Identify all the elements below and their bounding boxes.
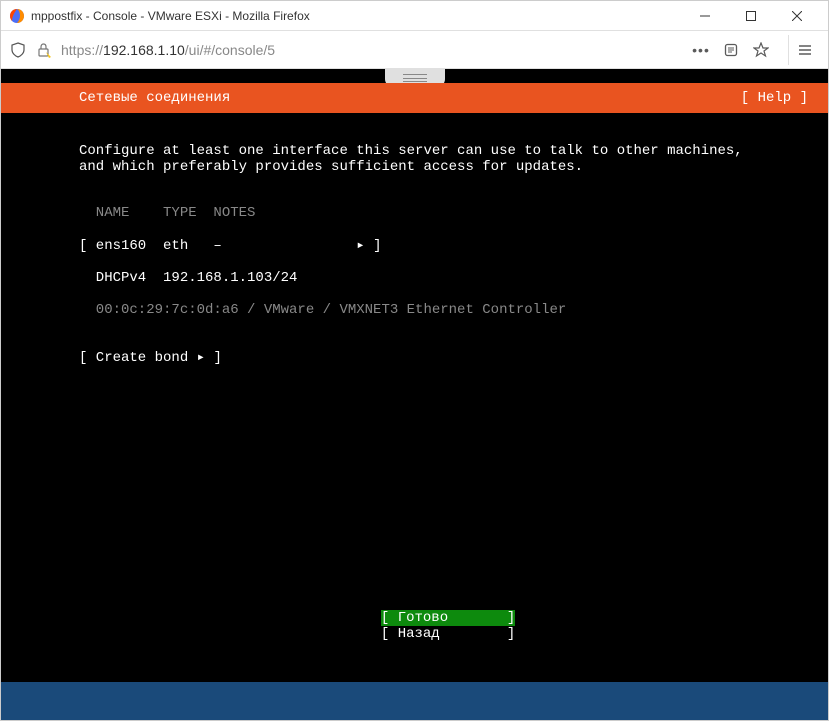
page-actions-icon[interactable]: ••• bbox=[692, 41, 710, 59]
firefox-icon bbox=[9, 8, 25, 24]
installer-title: Сетевые соединения bbox=[79, 90, 230, 106]
footer-strip bbox=[1, 682, 828, 720]
help-button[interactable]: [ Help ] bbox=[741, 90, 808, 106]
back-button[interactable]: [ Назад ] bbox=[381, 626, 515, 642]
close-button[interactable] bbox=[774, 1, 820, 31]
done-button[interactable]: [ Готово ] bbox=[381, 610, 515, 626]
dhcp-row: DHCPv4 192.168.1.103/24 bbox=[79, 270, 808, 286]
window-titlebar: mppostfix - Console - VMware ESXi - Mozi… bbox=[1, 1, 828, 31]
mac-address-row: 00:0c:29:7c:0d:a6 / VMware / VMXNET3 Eth… bbox=[79, 302, 808, 318]
minimize-button[interactable] bbox=[682, 1, 728, 31]
reader-mode-icon[interactable] bbox=[722, 41, 740, 59]
vmware-console-frame[interactable]: Сетевые соединения [ Help ] Configure at… bbox=[1, 69, 828, 720]
window-title: mppostfix - Console - VMware ESXi - Mozi… bbox=[31, 9, 682, 23]
interface-row[interactable]: [ ens160 eth – ▸ ] bbox=[79, 238, 808, 254]
tracking-shield-icon[interactable] bbox=[9, 41, 27, 59]
lock-warning-icon[interactable] bbox=[35, 41, 53, 59]
hamburger-menu-icon[interactable] bbox=[788, 35, 820, 65]
column-headers: NAME TYPE NOTES bbox=[79, 205, 808, 221]
url-display[interactable]: https://192.168.1.10/ui/#/console/5 bbox=[61, 42, 684, 58]
create-bond-button[interactable]: [ Create bond ▸ ] bbox=[79, 350, 808, 366]
address-bar: https://192.168.1.10/ui/#/console/5 ••• bbox=[1, 31, 828, 69]
instruction-text: Configure at least one interface this se… bbox=[79, 143, 808, 175]
installer-header: Сетевые соединения [ Help ] bbox=[1, 83, 828, 113]
bookmark-star-icon[interactable] bbox=[752, 41, 770, 59]
maximize-button[interactable] bbox=[728, 1, 774, 31]
